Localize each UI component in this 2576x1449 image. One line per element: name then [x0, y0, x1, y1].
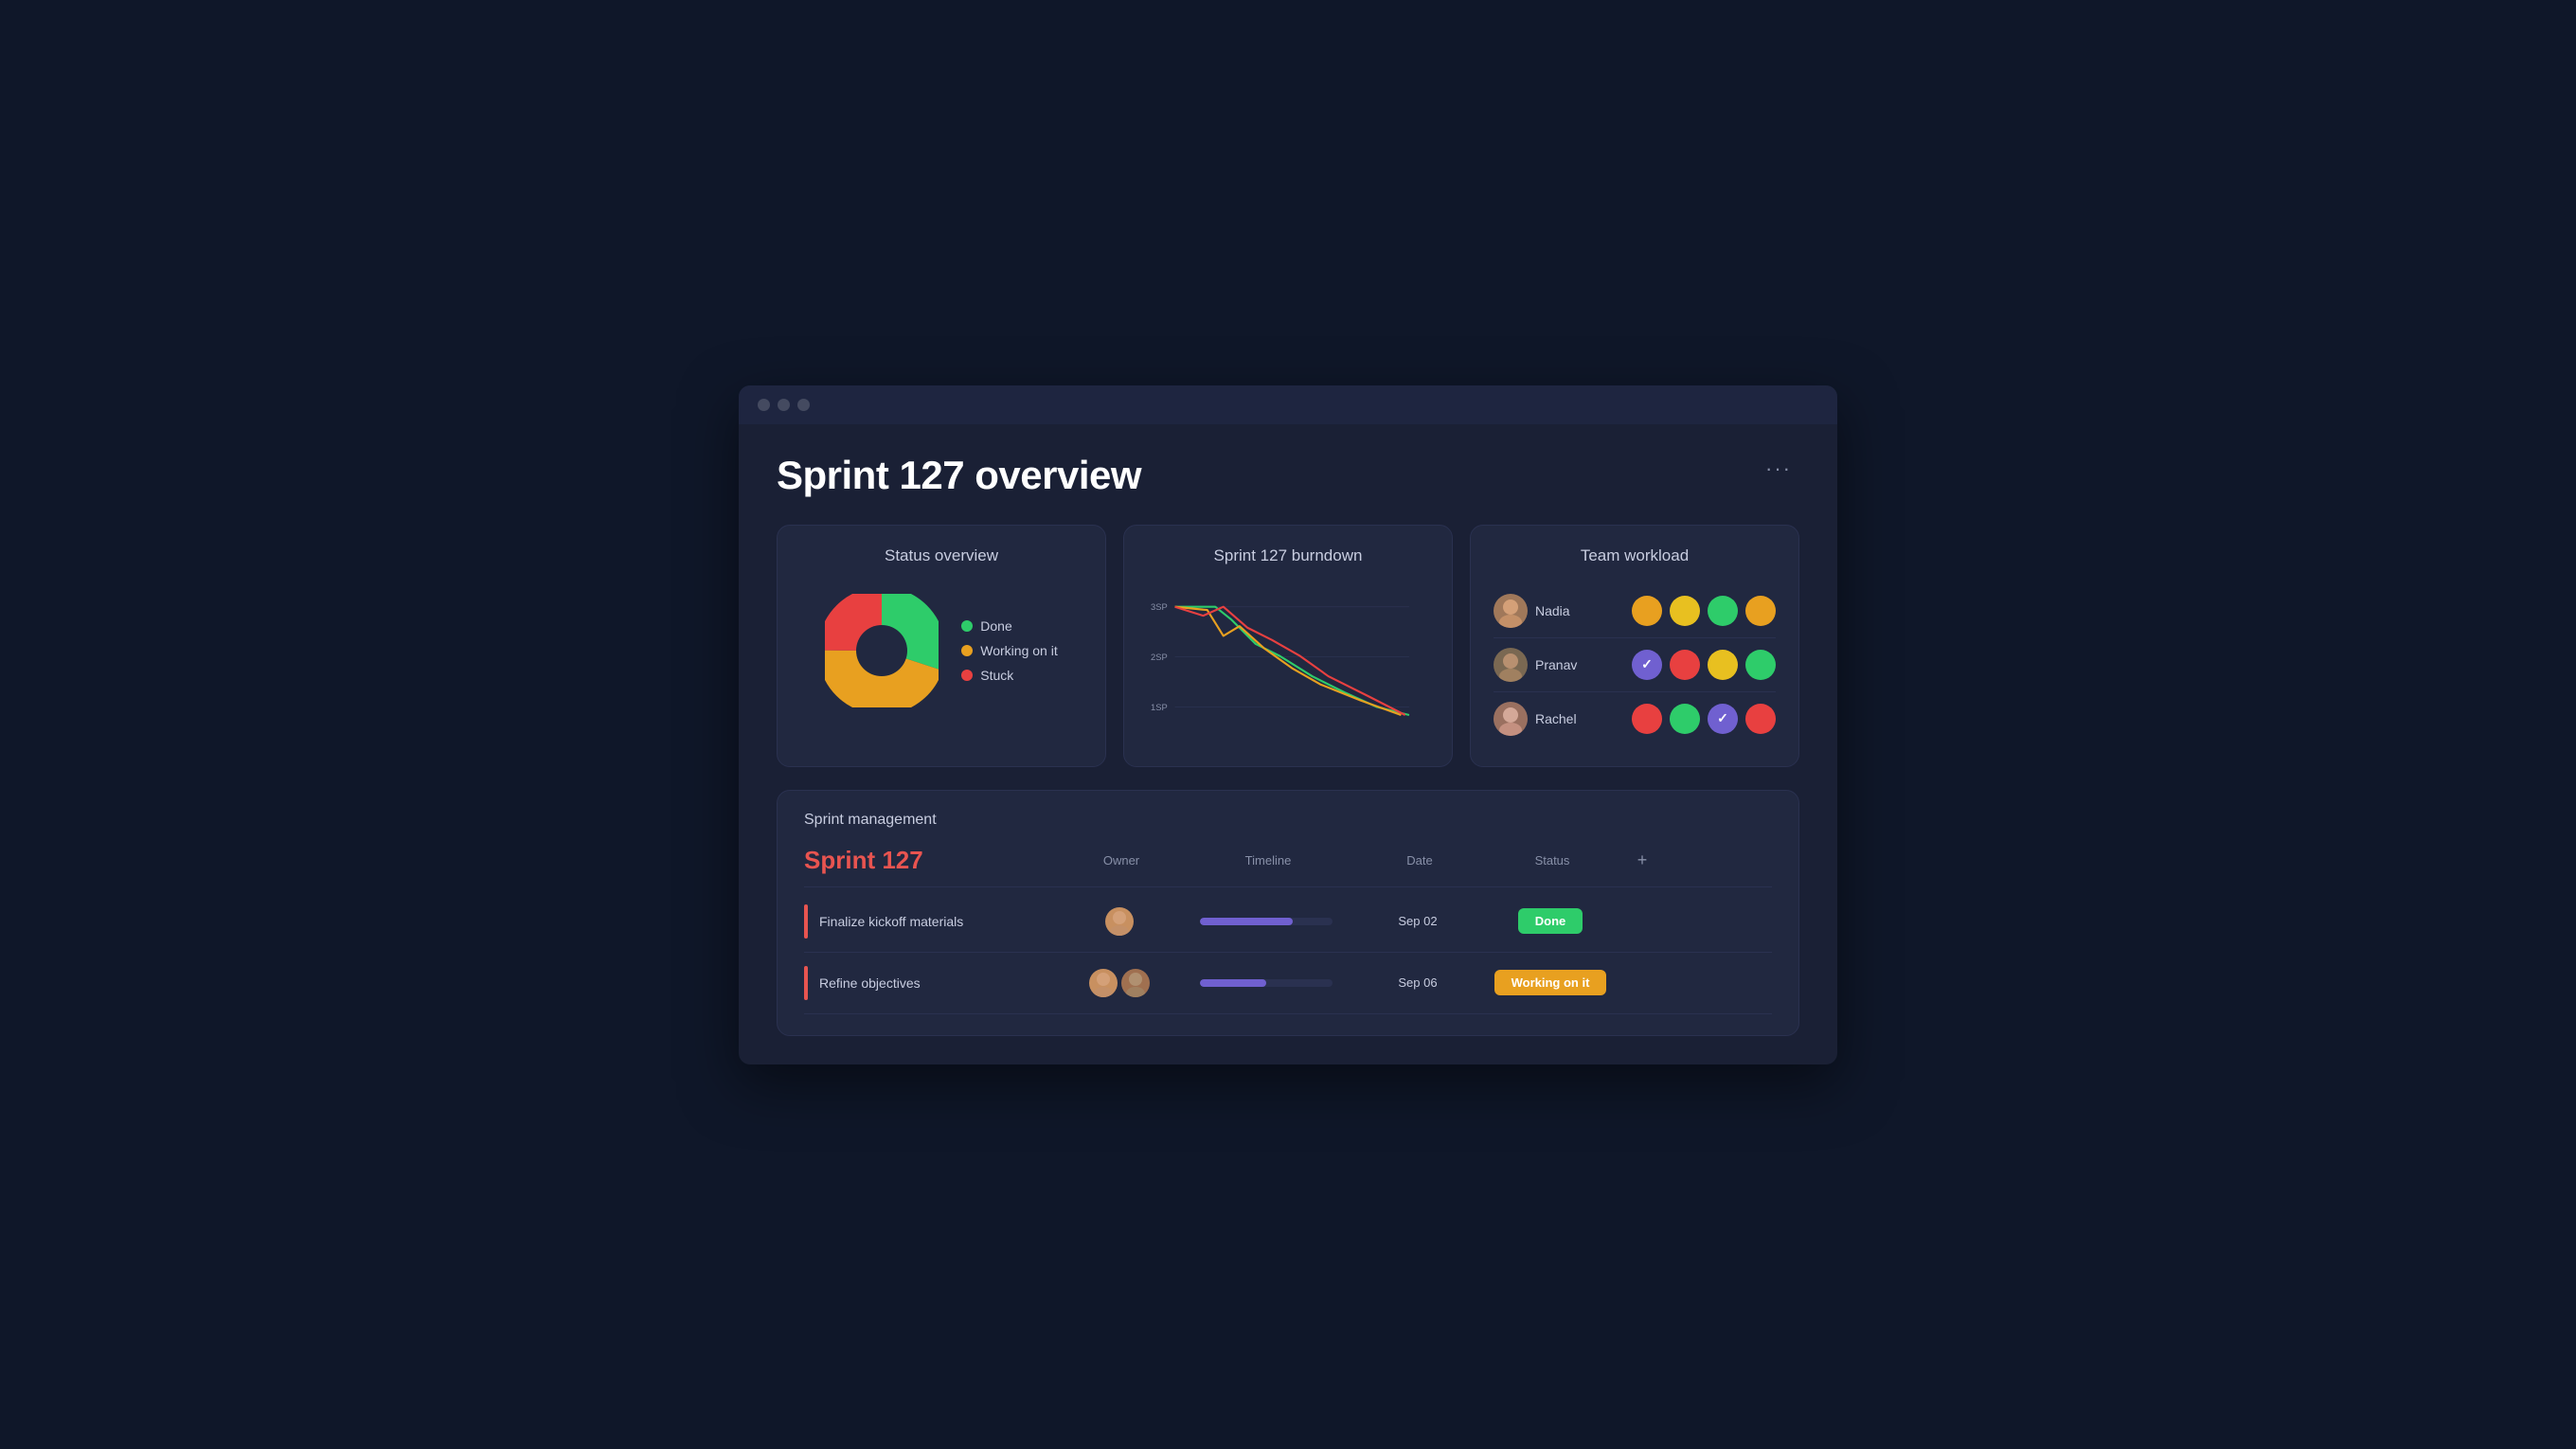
title-bar	[739, 385, 1837, 424]
rachel-dot-2	[1670, 704, 1700, 734]
col-header-owner: Owner	[1069, 853, 1173, 868]
col-header-status: Status	[1476, 853, 1628, 868]
legend-working: Working on it	[961, 643, 1057, 658]
task-2-date: Sep 06	[1361, 975, 1475, 990]
col-header-timeline: Timeline	[1173, 853, 1363, 868]
task-2-timeline-bar	[1200, 979, 1333, 987]
legend-done: Done	[961, 618, 1057, 634]
task-2-owner-avatar-2	[1121, 969, 1150, 997]
task-indicator-2	[804, 966, 808, 1000]
task-1-timeline	[1172, 918, 1361, 925]
nadia-dot-3	[1708, 596, 1738, 626]
nadia-dot-1	[1632, 596, 1662, 626]
working-label: Working on it	[980, 643, 1057, 658]
workload-row-rachel: Rachel	[1494, 691, 1776, 745]
pie-legend: Done Working on it Stuck	[961, 618, 1057, 683]
task-2-timeline	[1172, 979, 1361, 987]
task-2-timeline-fill	[1200, 979, 1266, 987]
nadia-dot-2	[1670, 596, 1700, 626]
svg-text:1SP: 1SP	[1151, 702, 1168, 711]
pranav-dot-3	[1708, 650, 1738, 680]
pranav-dot-1	[1632, 650, 1662, 680]
window-dot-2	[778, 399, 790, 411]
status-overview-card: Status overview	[777, 525, 1106, 767]
task-1-timeline-fill	[1200, 918, 1293, 925]
team-workload-card: Team workload Nadia	[1470, 525, 1799, 767]
task-2-status-badge: Working on it	[1494, 970, 1607, 995]
stuck-label: Stuck	[980, 668, 1013, 683]
sprint-management-section: Sprint management Sprint 127 Owner Timel…	[777, 790, 1799, 1036]
page-title: Sprint 127 overview	[777, 453, 1141, 498]
rachel-dot-3	[1708, 704, 1738, 734]
window-dot-3	[797, 399, 810, 411]
stuck-dot	[961, 670, 973, 681]
task-2-owner-avatar-1	[1089, 969, 1118, 997]
nadia-status-dots	[1632, 596, 1776, 626]
app-window: Sprint 127 overview ··· Status overview	[739, 385, 1837, 1064]
add-column-button[interactable]: +	[1628, 850, 1656, 870]
team-workload-title: Team workload	[1494, 546, 1776, 565]
member-name-pranav: Pranav	[1535, 657, 1592, 672]
task-row-1: Finalize kickoff materials Sep 02 Done	[804, 891, 1772, 953]
workload-table: Nadia Pranav	[1494, 584, 1776, 745]
legend-stuck: Stuck	[961, 668, 1057, 683]
pranav-dot-2	[1670, 650, 1700, 680]
task-1-date: Sep 02	[1361, 914, 1475, 928]
task-name-1: Finalize kickoff materials	[819, 914, 1067, 929]
window-dot-1	[758, 399, 770, 411]
pranav-status-dots	[1632, 650, 1776, 680]
task-1-owners	[1067, 907, 1172, 936]
workload-row-nadia: Nadia	[1494, 584, 1776, 637]
nadia-dot-4	[1745, 596, 1776, 626]
working-dot	[961, 645, 973, 656]
done-dot	[961, 620, 973, 632]
task-2-status: Working on it	[1475, 970, 1626, 995]
pie-chart	[825, 594, 939, 707]
rachel-dot-4	[1745, 704, 1776, 734]
burndown-title: Sprint 127 burndown	[1147, 546, 1429, 565]
task-1-owner-avatar	[1105, 907, 1134, 936]
avatar-rachel	[1494, 702, 1528, 736]
task-indicator-1	[804, 904, 808, 939]
pranav-dot-4	[1745, 650, 1776, 680]
task-1-timeline-bar	[1200, 918, 1333, 925]
col-header-date: Date	[1363, 853, 1476, 868]
task-name-2: Refine objectives	[819, 975, 1067, 991]
status-overview-title: Status overview	[800, 546, 1082, 565]
rachel-status-dots	[1632, 704, 1776, 734]
avatar-pranav	[1494, 648, 1528, 682]
svg-text:2SP: 2SP	[1151, 653, 1168, 662]
page-header: Sprint 127 overview ···	[777, 453, 1799, 498]
member-name-nadia: Nadia	[1535, 603, 1592, 618]
task-1-status-badge: Done	[1518, 908, 1583, 934]
cards-row: Status overview	[777, 525, 1799, 767]
workload-row-pranav: Pranav	[1494, 637, 1776, 691]
burndown-chart: 3SP 2SP 1SP	[1151, 584, 1425, 736]
member-name-rachel: Rachel	[1535, 711, 1592, 726]
sprint-header: Sprint 127 Owner Timeline Date Status +	[804, 846, 1772, 887]
sprint-name: Sprint 127	[804, 846, 1069, 875]
svg-text:3SP: 3SP	[1151, 602, 1168, 612]
burndown-container: 3SP 2SP 1SP	[1147, 584, 1429, 741]
avatar-nadia	[1494, 594, 1528, 628]
pie-container: Done Working on it Stuck	[800, 584, 1082, 717]
task-1-status: Done	[1475, 908, 1626, 934]
task-row-2: Refine objectives Sep 06 Working	[804, 953, 1772, 1014]
more-options-button[interactable]: ···	[1758, 453, 1799, 485]
task-2-owners	[1067, 969, 1172, 997]
rachel-dot-1	[1632, 704, 1662, 734]
sprint-management-title: Sprint management	[804, 812, 1772, 829]
done-label: Done	[980, 618, 1011, 634]
main-content: Sprint 127 overview ··· Status overview	[739, 424, 1837, 1064]
burndown-card: Sprint 127 burndown 3SP 2SP 1SP	[1123, 525, 1453, 767]
